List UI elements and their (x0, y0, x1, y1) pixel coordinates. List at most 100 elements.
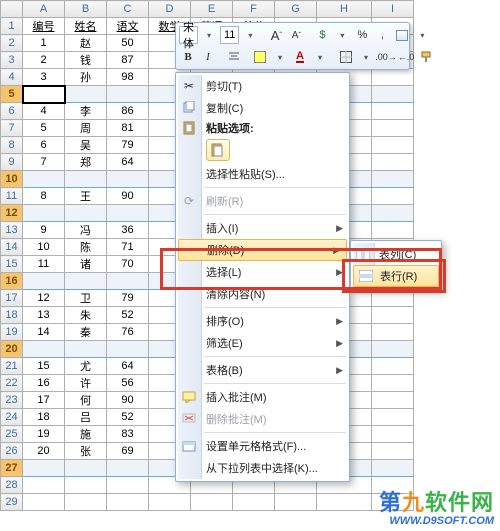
cell[interactable]: 卫 (65, 290, 107, 307)
col-header-f[interactable]: F (233, 1, 275, 18)
cell[interactable]: 56 (107, 375, 149, 392)
cell[interactable] (372, 137, 414, 154)
col-header-a[interactable]: A (23, 1, 65, 18)
submenu-table-rows[interactable]: 表行(R) (353, 265, 439, 287)
ctx-format-cells[interactable]: 设置单元格格式(F)... (176, 435, 349, 457)
cell[interactable] (372, 205, 414, 222)
cell[interactable]: 79 (107, 137, 149, 154)
font-size-dropdown-icon[interactable]: ▾ (241, 26, 259, 44)
ctx-insert[interactable]: 插入(I) ▶ (176, 217, 349, 239)
cell[interactable]: 15 (23, 358, 65, 375)
cell[interactable]: 吴 (65, 137, 107, 154)
cell[interactable]: 87 (107, 52, 149, 69)
cell[interactable] (233, 494, 275, 511)
select-all-corner[interactable] (1, 1, 23, 18)
col-header-b[interactable]: B (65, 1, 107, 18)
cell[interactable]: 4 (23, 103, 65, 120)
cell[interactable] (23, 460, 65, 477)
cell[interactable]: 吕 (65, 409, 107, 426)
row-header[interactable]: 6 (1, 103, 23, 120)
cell[interactable]: 79 (107, 290, 149, 307)
cell[interactable] (65, 341, 107, 358)
cell[interactable] (107, 273, 149, 290)
font-name-box[interactable]: 宋体 (179, 26, 198, 44)
cell[interactable] (107, 477, 149, 494)
row-header[interactable]: 9 (1, 154, 23, 171)
row-header[interactable]: 5 (1, 86, 23, 103)
row-header[interactable]: 7 (1, 120, 23, 137)
cell[interactable]: 98 (107, 69, 149, 86)
row-header[interactable]: 13 (1, 222, 23, 239)
grow-font-button[interactable]: Aˆ (267, 26, 285, 44)
row-header[interactable]: 15 (1, 256, 23, 273)
ctx-filter[interactable]: 筛选(E) ▶ (176, 332, 349, 354)
cell[interactable] (372, 375, 414, 392)
cell[interactable]: 19 (23, 426, 65, 443)
row-header[interactable]: 27 (1, 460, 23, 477)
dropdown-icon[interactable]: ▾ (413, 26, 431, 44)
dropdown-icon[interactable]: ▾ (271, 48, 289, 66)
cell[interactable]: 5 (23, 120, 65, 137)
col-header-d[interactable]: D (149, 1, 191, 18)
row-header[interactable]: 18 (1, 307, 23, 324)
fill-color-button[interactable] (251, 48, 269, 66)
row-header[interactable]: 26 (1, 443, 23, 460)
percent-button[interactable]: % (353, 26, 371, 44)
cell[interactable] (275, 494, 317, 511)
decrease-decimal-button[interactable]: ←.0 (397, 48, 415, 66)
cell[interactable] (65, 86, 107, 103)
ctx-delete[interactable]: 删除(D) ▶ (178, 239, 347, 261)
cell[interactable] (65, 273, 107, 290)
cell[interactable] (65, 477, 107, 494)
cell[interactable]: 64 (107, 358, 149, 375)
row-header[interactable]: 28 (1, 477, 23, 494)
cell[interactable] (149, 494, 191, 511)
cell[interactable] (372, 120, 414, 137)
cell[interactable] (372, 290, 414, 307)
cell[interactable] (191, 494, 233, 511)
comma-button[interactable]: , (373, 26, 391, 44)
cell[interactable]: 秦 (65, 324, 107, 341)
row-header[interactable]: 8 (1, 137, 23, 154)
cell[interactable] (372, 154, 414, 171)
cell[interactable] (65, 171, 107, 188)
cell[interactable] (107, 341, 149, 358)
cell[interactable]: 20 (23, 443, 65, 460)
italic-button[interactable]: I (199, 48, 217, 66)
cell[interactable] (23, 341, 65, 358)
cell[interactable]: 孙 (65, 69, 107, 86)
font-size-box[interactable]: 11 (220, 26, 239, 44)
cell[interactable]: 71 (107, 239, 149, 256)
col-header-c[interactable]: C (107, 1, 149, 18)
row-header[interactable]: 19 (1, 324, 23, 341)
cell[interactable] (107, 205, 149, 222)
cell[interactable]: 81 (107, 120, 149, 137)
cell[interactable] (23, 477, 65, 494)
cell[interactable] (107, 171, 149, 188)
cell[interactable]: 施 (65, 426, 107, 443)
row-header[interactable]: 11 (1, 188, 23, 205)
cell[interactable] (372, 222, 414, 239)
cell[interactable] (372, 358, 414, 375)
cell[interactable] (372, 443, 414, 460)
cell[interactable] (372, 69, 414, 86)
cell[interactable]: 64 (107, 154, 149, 171)
col-header-i[interactable]: I (372, 1, 414, 18)
center-align-button[interactable] (225, 48, 243, 66)
cell[interactable]: 李 (65, 103, 107, 120)
cell[interactable]: 76 (107, 324, 149, 341)
cell[interactable]: 50 (107, 35, 149, 52)
cell[interactable]: 16 (23, 375, 65, 392)
cell[interactable]: 18 (23, 409, 65, 426)
cell[interactable]: 6 (23, 137, 65, 154)
borders-button[interactable] (337, 48, 355, 66)
cell[interactable] (317, 494, 372, 511)
cell[interactable]: 钱 (65, 52, 107, 69)
cell[interactable] (23, 171, 65, 188)
ctx-paste-special[interactable]: 选择性粘贴(S)... (176, 163, 349, 185)
cell[interactable]: 何 (65, 392, 107, 409)
cell[interactable]: 69 (107, 443, 149, 460)
ctx-pick-from-list[interactable]: 从下拉列表中选择(K)... (176, 457, 349, 479)
dropdown-icon[interactable]: ▾ (357, 48, 375, 66)
cell[interactable]: 赵 (65, 35, 107, 52)
